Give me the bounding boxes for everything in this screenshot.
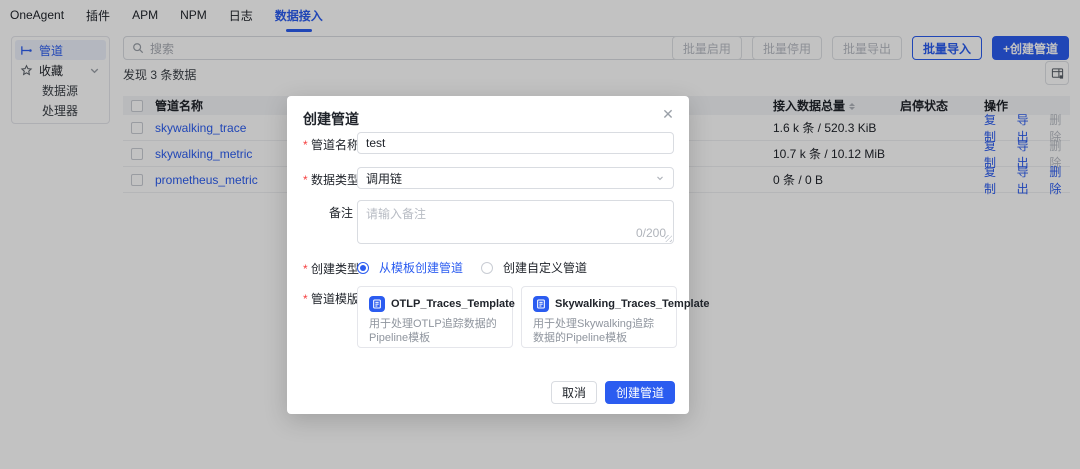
template-title: Skywalking_Traces_Template (555, 298, 710, 310)
template-title: OTLP_Traces_Template (391, 298, 515, 310)
field-row-create-type: 创建类型 从模板创建管道 创建自定义管道 (303, 256, 674, 277)
template-card-skywalking[interactable]: Skywalking_Traces_Template 用于处理Skywalkin… (521, 286, 710, 348)
modal-footer: 取消 创建管道 (550, 381, 675, 404)
resize-handle[interactable] (665, 235, 672, 242)
template-doc-icon (533, 296, 549, 312)
remark-label: 备注 (328, 206, 353, 220)
cancel-button[interactable]: 取消 (550, 381, 597, 404)
submit-create-button[interactable]: 创建管道 (604, 381, 675, 404)
pipeline-name-input[interactable] (357, 132, 674, 154)
chevron-down-icon (657, 176, 663, 181)
radio-custom-label[interactable]: 创建自定义管道 (503, 259, 587, 276)
field-row-type: 数据类型 调用链 (303, 167, 674, 189)
data-type-label: 数据类型 (303, 167, 359, 189)
modal-title: 创建管道 (303, 111, 359, 127)
field-row-template: 管道模版 OTLP_Traces_Template 用于处理OTLP追踪数据的P… (303, 286, 710, 348)
template-desc: 用于处理Skywalking追踪数据的Pipeline模板 (533, 318, 655, 344)
template-desc: 用于处理OTLP追踪数据的Pipeline模板 (369, 318, 497, 344)
field-row-remark: 备注 0/200 (303, 200, 674, 244)
pipeline-template-label: 管道模版 (303, 286, 359, 348)
radio-custom[interactable] (481, 261, 494, 274)
data-type-select[interactable]: 调用链 (357, 167, 674, 189)
create-pipeline-modal: 创建管道 ✕ 管道名称 数据类型 调用链 备注 (287, 96, 710, 414)
field-row-name: 管道名称 (303, 132, 674, 154)
remark-textarea[interactable] (357, 200, 674, 244)
close-icon[interactable]: ✕ (660, 106, 676, 122)
template-card-otlp[interactable]: OTLP_Traces_Template 用于处理OTLP追踪数据的Pipeli… (357, 286, 515, 348)
template-doc-icon (369, 296, 385, 312)
char-counter: 0/200 (635, 226, 666, 240)
pipeline-name-label: 管道名称 (303, 132, 359, 154)
data-type-value: 调用链 (366, 171, 403, 186)
radio-from-template[interactable] (357, 261, 369, 274)
radio-from-template-label[interactable]: 从模板创建管道 (379, 259, 463, 276)
create-type-label: 创建类型 (303, 256, 359, 277)
app-screen: OneAgent 插件 APM NPM 日志 数据接入 管道 收藏 数据源 处理… (0, 0, 1080, 469)
